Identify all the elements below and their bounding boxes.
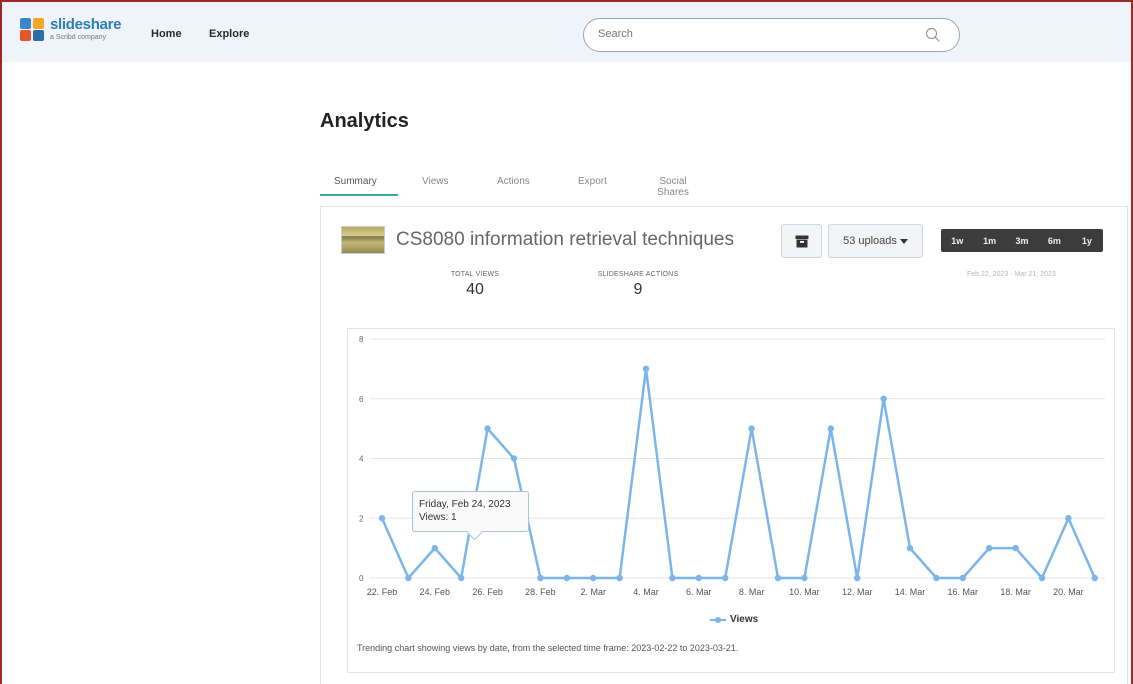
x-tick-label: 20. Mar (1053, 587, 1084, 597)
data-point[interactable] (590, 574, 597, 582)
legend-views-label: Views (730, 614, 759, 625)
x-tick-label: 8. Mar (739, 587, 765, 597)
data-point[interactable] (1038, 574, 1046, 582)
x-tick-label: 14. Mar (895, 587, 926, 597)
x-tick-label: 28. Feb (525, 587, 556, 597)
data-point[interactable] (854, 574, 861, 582)
data-point[interactable] (1065, 515, 1072, 522)
data-point[interactable] (748, 425, 755, 432)
y-tick-label: 0 (359, 574, 364, 583)
data-point[interactable] (880, 395, 887, 402)
data-point[interactable] (484, 425, 491, 432)
x-tick-label: 2. Mar (580, 587, 606, 597)
data-point[interactable] (1091, 574, 1099, 582)
legend-views-marker (710, 616, 726, 623)
data-point[interactable] (695, 574, 702, 582)
chart-caption: Trending chart showing views by date, fr… (357, 643, 739, 653)
data-point[interactable] (827, 425, 834, 432)
data-point[interactable] (563, 574, 570, 582)
chart-legend[interactable]: Views (710, 614, 758, 625)
views-line-chart: 0 2 4 6 8 22. Feb 24. Feb 26. Feb 28. Feb 2. Mar 4… (359, 335, 1105, 597)
data-point[interactable] (431, 544, 438, 552)
data-point[interactable] (405, 574, 412, 582)
data-point[interactable] (986, 544, 993, 552)
x-tick-label: 4. Mar (633, 587, 659, 597)
y-tick-label: 8 (359, 335, 364, 344)
x-tick-label: 18. Mar (1000, 587, 1031, 597)
x-tick-label: 12. Mar (842, 587, 873, 597)
data-point[interactable] (906, 544, 914, 552)
data-point[interactable] (722, 574, 729, 582)
y-tick-label: 2 (359, 514, 364, 523)
data-point[interactable] (642, 365, 650, 373)
y-tick-label: 4 (359, 455, 364, 464)
data-point[interactable] (458, 574, 465, 582)
x-tick-label: 22. Feb (367, 587, 398, 597)
chart-tooltip: Friday, Feb 24, 2023 Views: 1 (412, 491, 529, 532)
y-tick-label: 6 (359, 395, 364, 404)
x-tick-label: 6. Mar (686, 587, 712, 597)
tooltip-date: Friday, Feb 24, 2023 (419, 499, 511, 510)
data-point[interactable] (801, 574, 808, 582)
data-point[interactable] (537, 574, 544, 582)
x-tick-label: 24. Feb (420, 587, 451, 597)
x-tick-label: 16. Mar (948, 587, 979, 597)
data-point[interactable] (933, 574, 940, 582)
data-point[interactable] (1012, 544, 1019, 552)
data-point[interactable] (959, 574, 966, 582)
data-point[interactable] (510, 455, 518, 462)
x-tick-label: 26. Feb (472, 587, 503, 597)
x-tick-label: 10. Mar (789, 587, 820, 597)
data-point[interactable] (774, 574, 782, 582)
data-point[interactable] (669, 574, 676, 582)
tooltip-value: Views: 1 (419, 512, 457, 523)
data-point[interactable] (616, 574, 623, 582)
data-point[interactable] (378, 515, 386, 522)
